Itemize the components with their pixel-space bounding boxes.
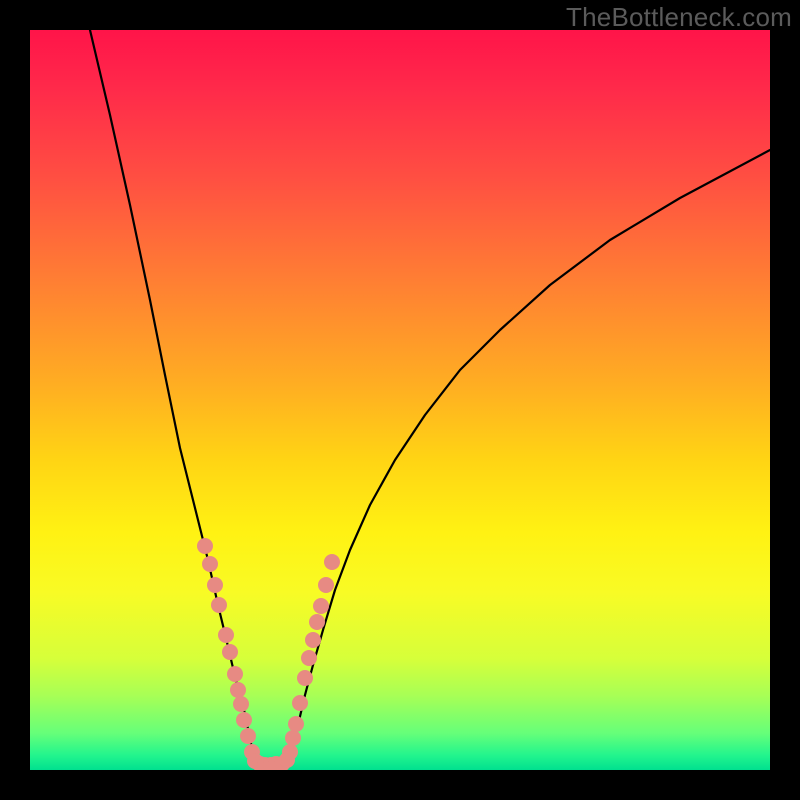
data-dot (305, 632, 321, 648)
data-dot (318, 577, 334, 593)
data-dot (218, 627, 234, 643)
data-dot (301, 650, 317, 666)
data-dots (197, 538, 340, 770)
data-dot (292, 695, 308, 711)
curve-svg (30, 30, 770, 770)
data-dot (202, 556, 218, 572)
data-dot (236, 712, 252, 728)
data-dot (313, 598, 329, 614)
data-dot (285, 730, 301, 746)
data-dot (240, 728, 256, 744)
data-dot (297, 670, 313, 686)
chart-container: TheBottleneck.com (0, 0, 800, 800)
data-dot (233, 696, 249, 712)
data-dot (282, 744, 298, 760)
data-dot (324, 554, 340, 570)
data-dot (227, 666, 243, 682)
watermark-text: TheBottleneck.com (566, 2, 792, 33)
right-curve (288, 150, 770, 763)
data-dot (230, 682, 246, 698)
data-dot (309, 614, 325, 630)
data-dot (197, 538, 213, 554)
plot-area (30, 30, 770, 770)
data-dot (288, 716, 304, 732)
data-dot (207, 577, 223, 593)
data-dot (222, 644, 238, 660)
data-dot (211, 597, 227, 613)
